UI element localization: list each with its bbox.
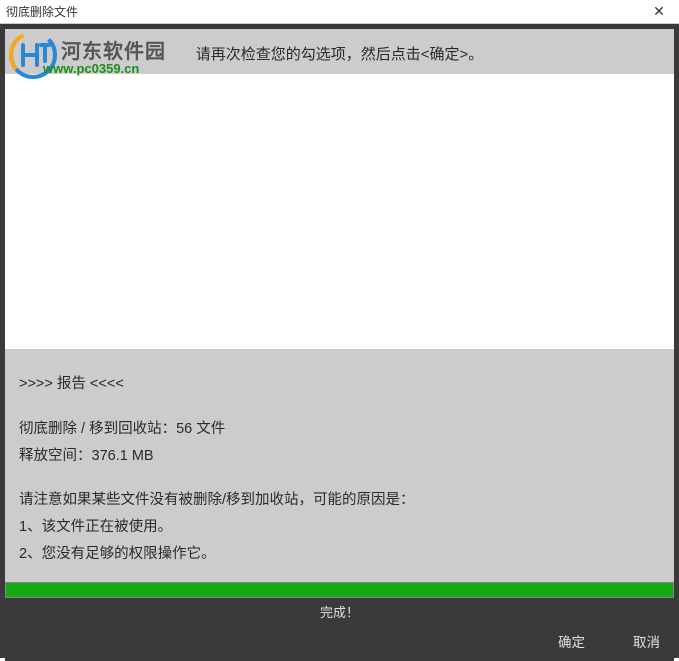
reason-2: 2、您没有足够的权限操作它。 [19, 541, 660, 568]
close-icon: ✕ [653, 3, 665, 20]
titlebar: 彻底删除文件 ✕ [0, 0, 679, 24]
ok-button[interactable]: 确定 [558, 631, 585, 651]
cancel-button[interactable]: 取消 [633, 631, 660, 651]
notice-header: 请注意如果某些文件没有被删除/移到加收站，可能的原因是： [19, 487, 660, 514]
report-header: >>>> 报告 <<<< [19, 371, 660, 398]
report-section: >>>> 报告 <<<< 彻底删除 / 移到回收站：56 文件 释放空间：376… [5, 349, 674, 582]
content-area: 河东软件园 www.pc0359.cn 请再次检查您的勾选项，然后点击<确定>。… [5, 29, 674, 598]
watermark-brand: 河东软件园 [61, 35, 166, 64]
watermark-url: www.pc0359.cn [43, 61, 139, 76]
window-body: 河东软件园 www.pc0359.cn 请再次检查您的勾选项，然后点击<确定>。… [0, 24, 679, 658]
freed-space-line: 释放空间：376.1 MB [19, 443, 660, 470]
progress-status: 完成！ [5, 598, 674, 623]
file-list-panel [5, 74, 674, 349]
deleted-count-line: 彻底删除 / 移到回收站：56 文件 [19, 416, 660, 443]
report-stats: 彻底删除 / 移到回收站：56 文件 释放空间：376.1 MB [19, 416, 660, 470]
close-button[interactable]: ✕ [639, 0, 679, 24]
button-bar: 确定 取消 [5, 623, 674, 661]
window-title: 彻底删除文件 [6, 3, 78, 20]
reason-1: 1、该文件正在被使用。 [19, 514, 660, 541]
notice-section: 请注意如果某些文件没有被删除/移到加收站，可能的原因是： 1、该文件正在被使用。… [19, 487, 660, 567]
progress-bar [5, 582, 674, 598]
watermark-logo [9, 31, 57, 84]
